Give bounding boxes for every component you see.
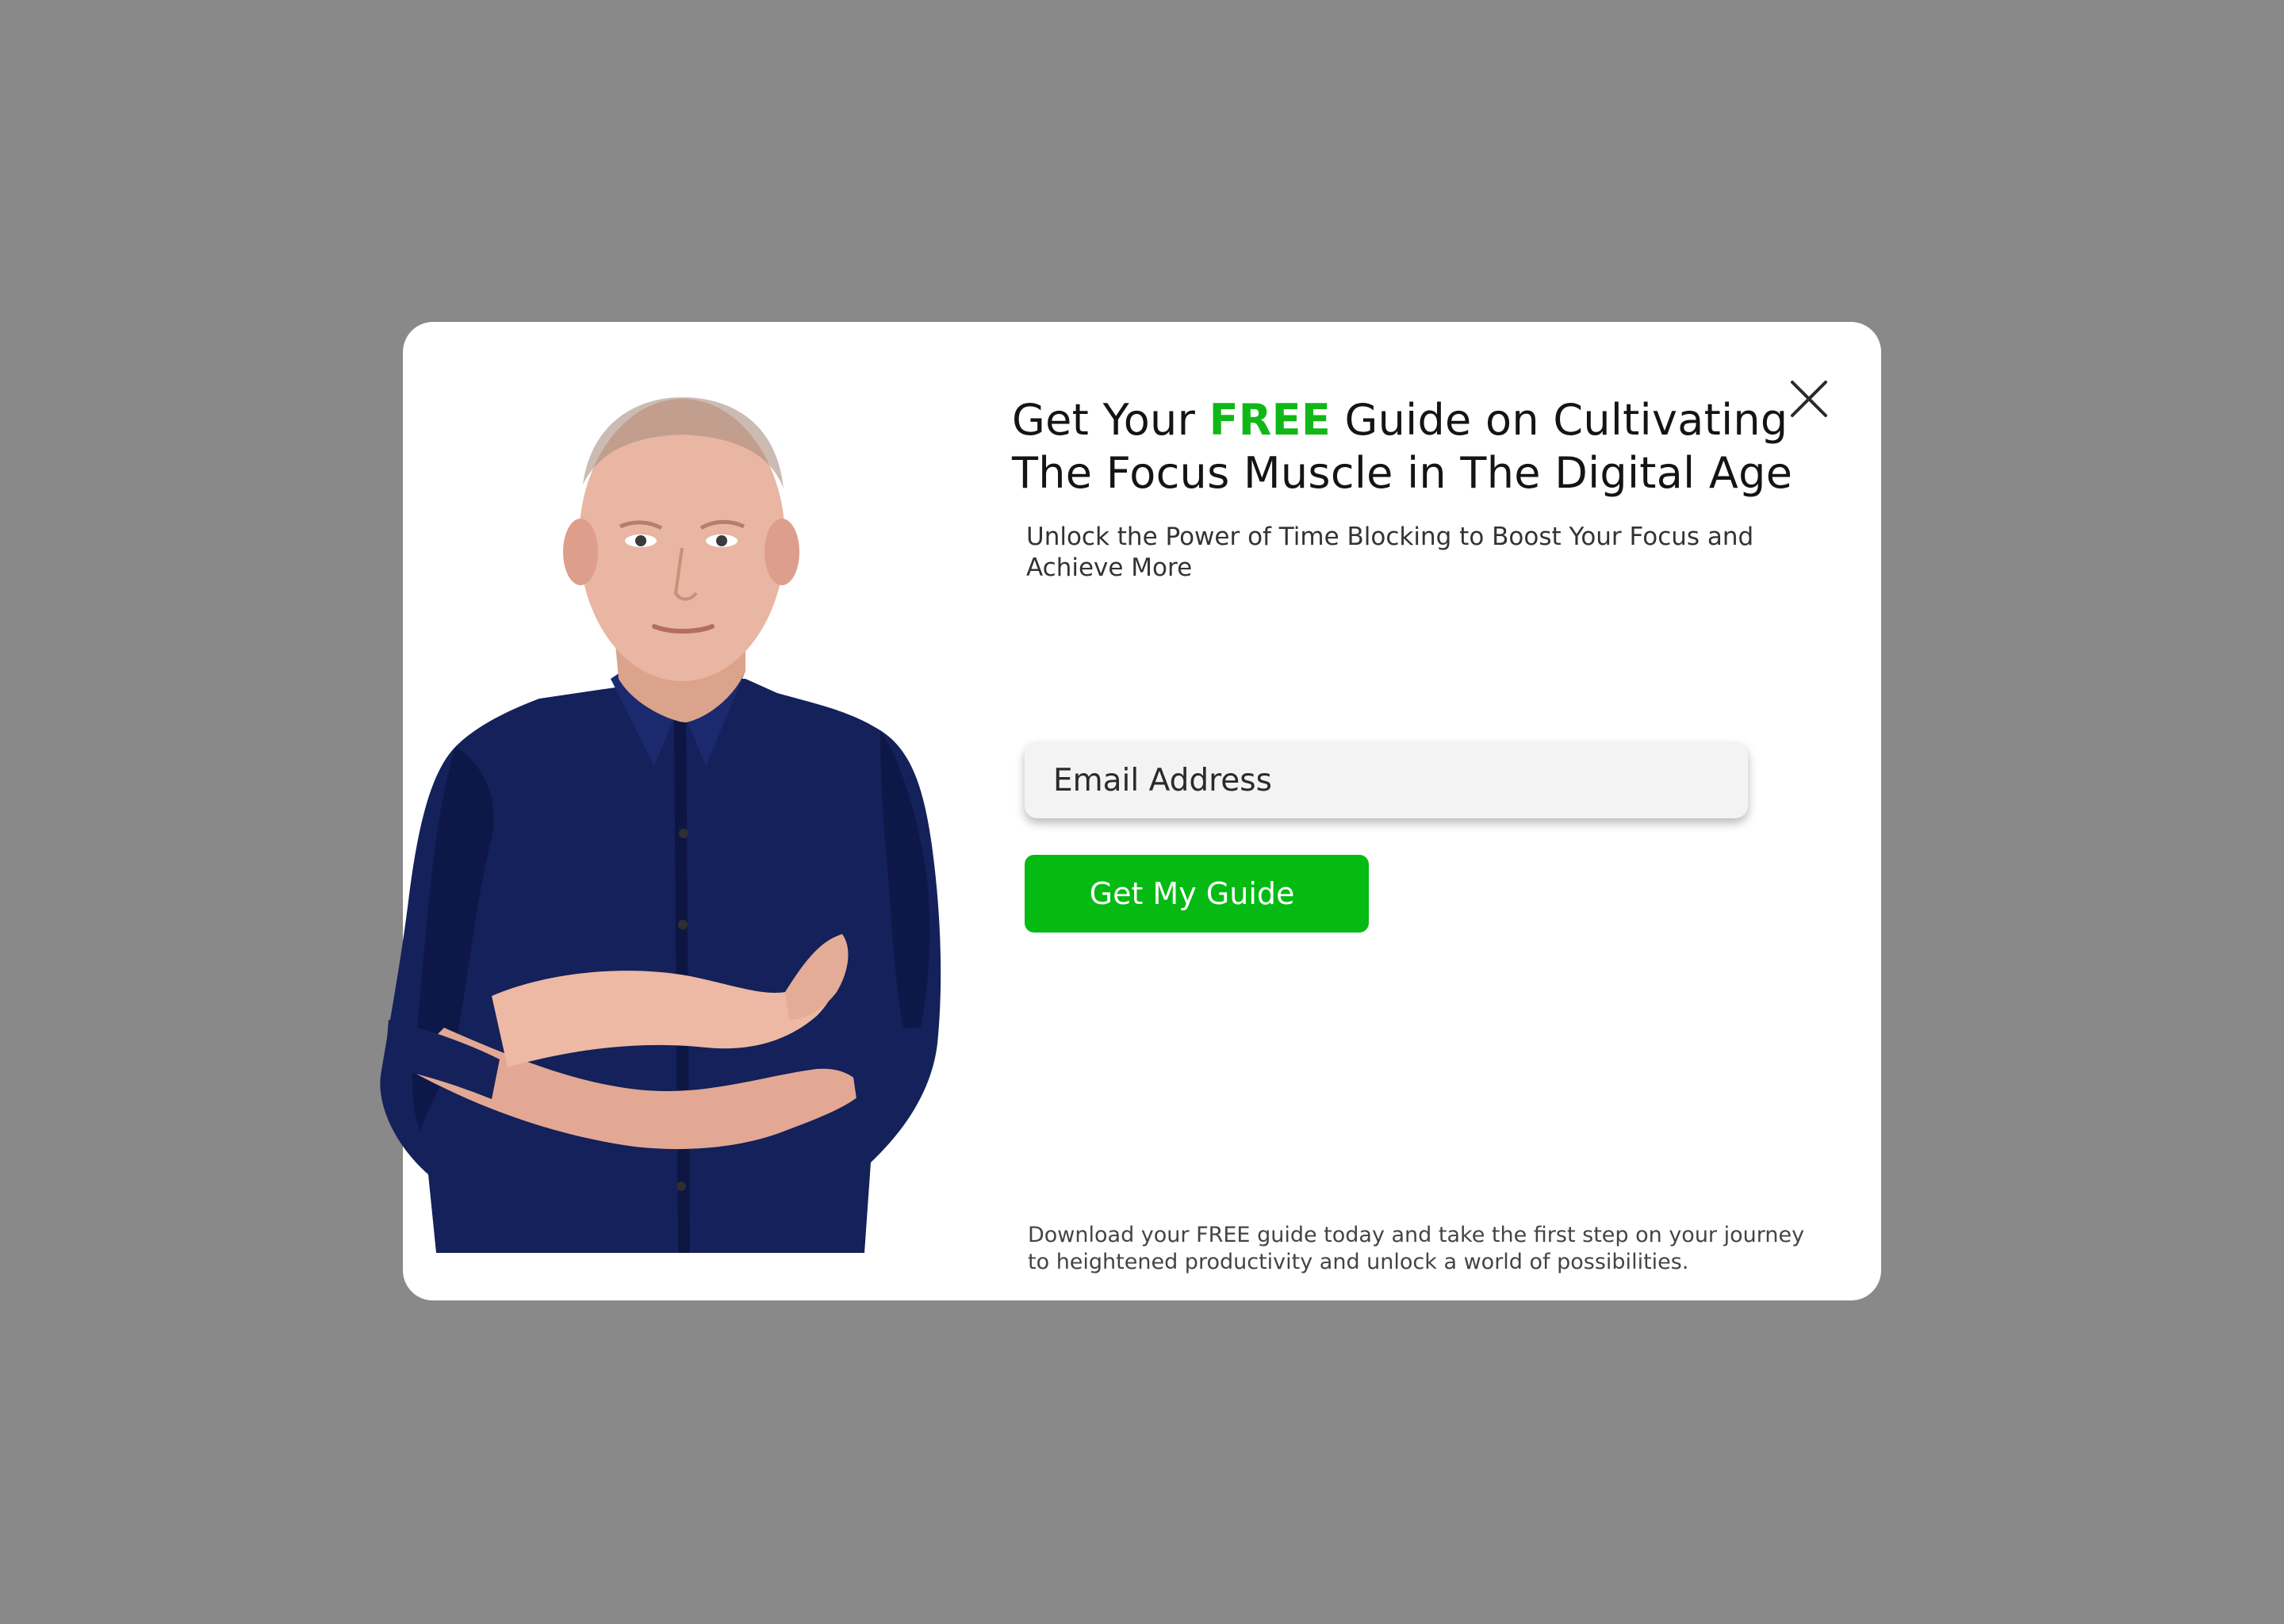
headline-free-highlight: FREE [1209, 395, 1332, 445]
modal-subheadline: Unlock the Power of Time Blocking to Boo… [1026, 523, 1754, 582]
get-my-guide-button[interactable]: Get My Guide [1025, 855, 1369, 933]
headline-prefix: Get Your [1012, 395, 1209, 445]
close-button[interactable] [1788, 377, 1830, 420]
modal-footnote: Download your FREE guide today and take … [1028, 1223, 1805, 1274]
modal-headline: Get Your FREE Guide on Cultivating The F… [1012, 393, 1805, 500]
get-my-guide-label: Get My Guide [1089, 876, 1295, 911]
author-portrait [373, 393, 960, 1253]
close-icon [1791, 381, 1827, 417]
email-field[interactable] [1025, 742, 1748, 818]
